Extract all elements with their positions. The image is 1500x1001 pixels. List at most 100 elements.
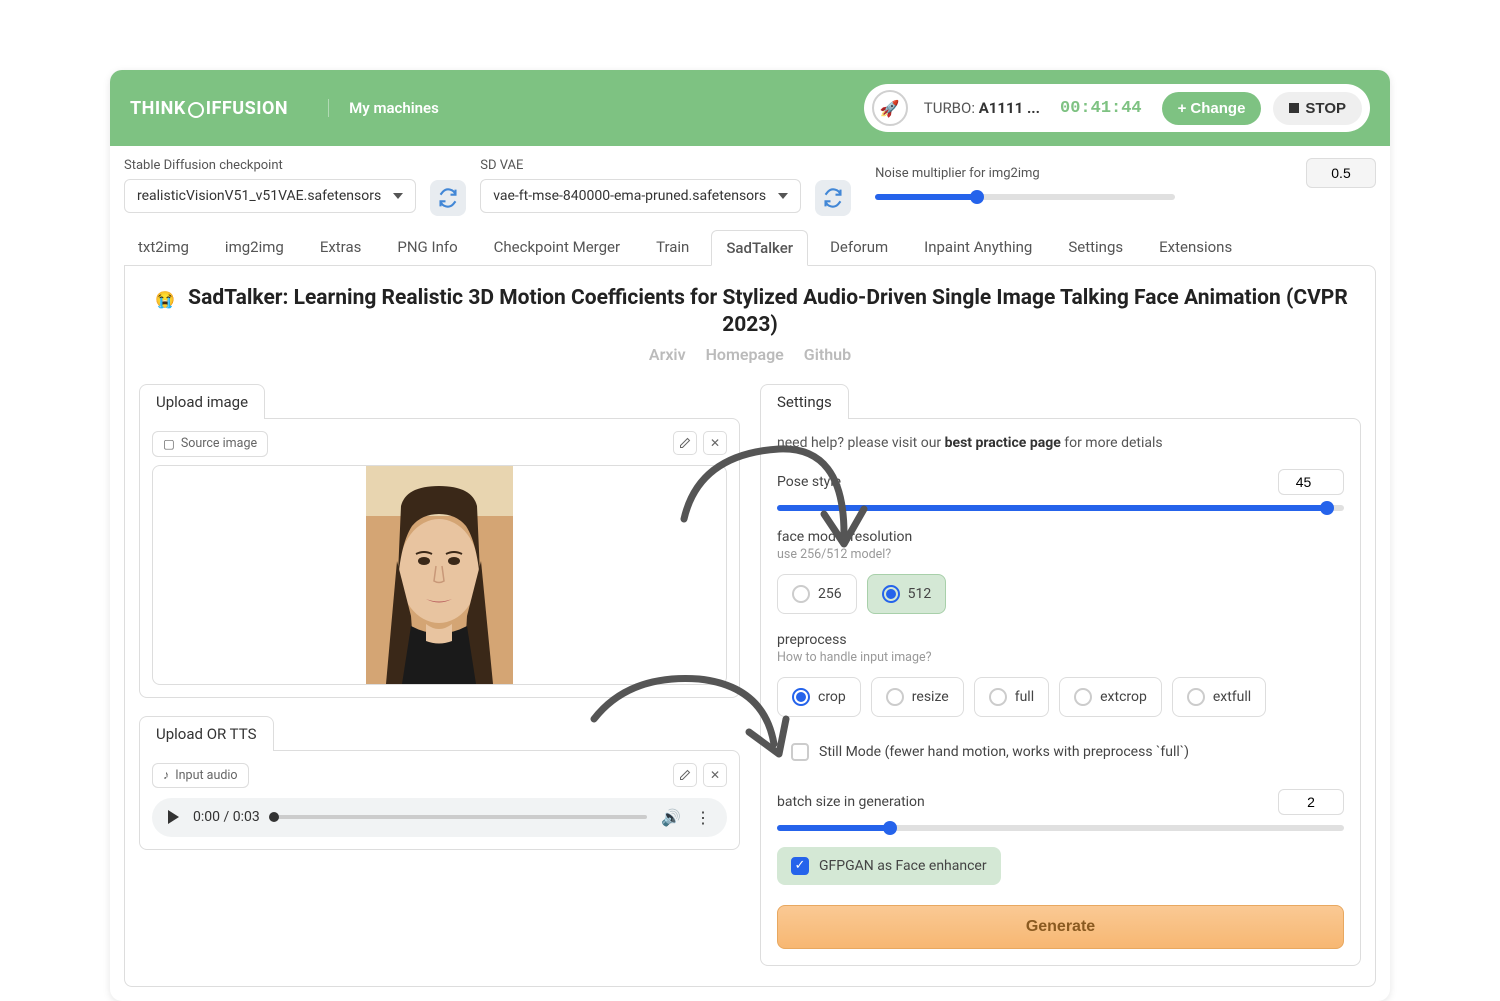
gfpgan-checkbox[interactable]: ✓ — [791, 857, 809, 875]
gfpgan-checkbox-row[interactable]: ✓ GFPGAN as Face enhancer — [777, 847, 1001, 885]
checkpoint-dropdown[interactable]: realisticVisionV51_v51VAE.safetensors — [124, 179, 416, 213]
logo-text-2: IFFUSION — [206, 98, 288, 119]
audio-player: 0:00 / 0:03 🔊 ⋮ — [152, 798, 727, 837]
slider-thumb[interactable] — [970, 190, 984, 204]
still-mode-checkbox[interactable] — [791, 743, 809, 761]
audio-seek-slider[interactable] — [274, 815, 647, 819]
preprocess-radio-extcrop[interactable]: extcrop — [1059, 677, 1162, 717]
face-res-label: face model resolution — [777, 529, 1344, 545]
sadtalker-emoji-icon: 😭 — [152, 287, 178, 313]
my-machines-link[interactable]: My machines — [328, 99, 439, 117]
paper-links: Arxiv Homepage Github — [139, 345, 1361, 364]
tab-deforum[interactable]: Deforum — [816, 230, 902, 266]
generate-button[interactable]: Generate — [777, 905, 1344, 949]
toolbar: Stable Diffusion checkpoint realisticVis… — [110, 146, 1390, 216]
pose-style-label: Pose style — [777, 474, 841, 490]
turbo-model: A1111 ... — [979, 99, 1040, 117]
tab-extras[interactable]: Extras — [306, 230, 376, 266]
noise-label: Noise multiplier for img2img — [875, 166, 1040, 181]
face-res-radio-256[interactable]: 256 — [777, 574, 857, 614]
audio-time: 0:00 / 0:03 — [193, 809, 260, 825]
radio-icon — [989, 688, 1007, 706]
best-practice-link[interactable]: best practice page — [945, 435, 1061, 451]
batch-size-slider[interactable] — [777, 825, 1344, 831]
preprocess-radio-crop[interactable]: crop — [777, 677, 861, 717]
input-audio-chip: ♪ Input audio — [152, 763, 249, 788]
clear-image-button[interactable]: ✕ — [703, 431, 727, 455]
vae-label: SD VAE — [480, 158, 801, 173]
plus-icon: + — [1178, 100, 1187, 117]
slider-thumb[interactable] — [1320, 501, 1334, 515]
volume-icon[interactable]: 🔊 — [661, 808, 681, 827]
paper-link-github[interactable]: Github — [804, 345, 851, 364]
main-panel: 😭 SadTalker: Learning Realistic 3D Motio… — [124, 265, 1376, 987]
source-image-preview[interactable] — [152, 465, 727, 685]
preprocess-radio-resize[interactable]: resize — [871, 677, 964, 717]
radio-icon — [886, 688, 904, 706]
audio-current-time: 0:00 — [193, 809, 220, 825]
upload-image-tab[interactable]: Upload image — [139, 384, 265, 419]
noise-multiplier-input[interactable] — [1306, 158, 1376, 188]
help-text: need help? please visit our best practic… — [777, 435, 1344, 451]
radio-label: 256 — [818, 586, 842, 602]
face-res-radio-512[interactable]: 512 — [867, 574, 947, 614]
tab-img2img[interactable]: img2img — [211, 230, 298, 266]
radio-icon — [792, 585, 810, 603]
upload-image-panel: ▢ Source image ✕ — [139, 418, 740, 698]
tab-checkpoint-merger[interactable]: Checkpoint Merger — [480, 230, 634, 266]
tab-inpaint-anything[interactable]: Inpaint Anything — [910, 230, 1046, 266]
logo-text-1: THINK — [130, 98, 186, 119]
edit-audio-button[interactable] — [673, 763, 697, 787]
noise-slider[interactable] — [875, 194, 1175, 200]
image-icon: ▢ — [163, 436, 175, 452]
tab-png-info[interactable]: PNG Info — [383, 230, 471, 266]
tab-extensions[interactable]: Extensions — [1145, 230, 1246, 266]
refresh-icon — [438, 188, 458, 208]
more-icon[interactable]: ⋮ — [695, 808, 711, 827]
refresh-vae-button[interactable] — [815, 180, 851, 216]
radio-icon — [1074, 688, 1092, 706]
preprocess-sublabel: How to handle input image? — [777, 650, 1344, 665]
batch-size-input[interactable] — [1278, 789, 1344, 815]
help-suffix: for more detials — [1061, 435, 1163, 451]
face-res-sublabel: use 256/512 model? — [777, 547, 1344, 562]
tab-txt2img[interactable]: txt2img — [124, 230, 203, 266]
input-audio-chip-label: Input audio — [175, 768, 237, 783]
main-tabs: txt2imgimg2imgExtrasPNG InfoCheckpoint M… — [110, 216, 1390, 266]
tab-train[interactable]: Train — [642, 230, 703, 266]
upload-tts-tab[interactable]: Upload OR TTS — [139, 716, 274, 751]
radio-label: crop — [818, 689, 846, 705]
audio-total-time: 0:03 — [233, 809, 260, 825]
app-header: THINK IFFUSION My machines 🚀 TURBO: A111… — [110, 70, 1390, 146]
help-prefix: need help? please visit our — [777, 435, 945, 451]
rocket-icon: 🚀 — [872, 90, 908, 126]
vae-dropdown[interactable]: vae-ft-mse-840000-ema-pruned.safetensors — [480, 179, 801, 213]
settings-tab[interactable]: Settings — [760, 384, 849, 419]
radio-icon — [792, 688, 810, 706]
turbo-label: TURBO: A1111 ... — [924, 99, 1040, 117]
page-title: SadTalker: Learning Realistic 3D Motion … — [188, 286, 1348, 337]
tab-settings[interactable]: Settings — [1054, 230, 1137, 266]
change-button-label: Change — [1190, 100, 1245, 117]
radio-icon — [882, 585, 900, 603]
preprocess-radio-full[interactable]: full — [974, 677, 1049, 717]
logo-ring-icon — [188, 102, 204, 118]
face-portrait-placeholder — [366, 466, 513, 684]
play-button[interactable] — [168, 810, 179, 824]
refresh-checkpoint-button[interactable] — [430, 180, 466, 216]
change-button[interactable]: + Change — [1162, 92, 1262, 125]
preprocess-radio-extfull[interactable]: extfull — [1172, 677, 1266, 717]
clear-audio-button[interactable]: ✕ — [703, 763, 727, 787]
edit-image-button[interactable] — [673, 431, 697, 455]
paper-link-homepage[interactable]: Homepage — [706, 345, 784, 364]
gfpgan-label: GFPGAN as Face enhancer — [819, 858, 987, 874]
pose-style-input[interactable] — [1278, 469, 1344, 495]
still-mode-checkbox-row[interactable]: Still Mode (fewer hand motion, works wit… — [777, 733, 1344, 771]
source-image-chip: ▢ Source image — [152, 431, 268, 457]
slider-thumb[interactable] — [883, 821, 897, 835]
pose-style-slider[interactable] — [777, 505, 1344, 511]
stop-button[interactable]: STOP — [1273, 92, 1362, 125]
tab-sadtalker[interactable]: SadTalker — [711, 230, 808, 266]
paper-link-arxiv[interactable]: Arxiv — [649, 345, 686, 364]
pencil-icon — [679, 769, 691, 781]
